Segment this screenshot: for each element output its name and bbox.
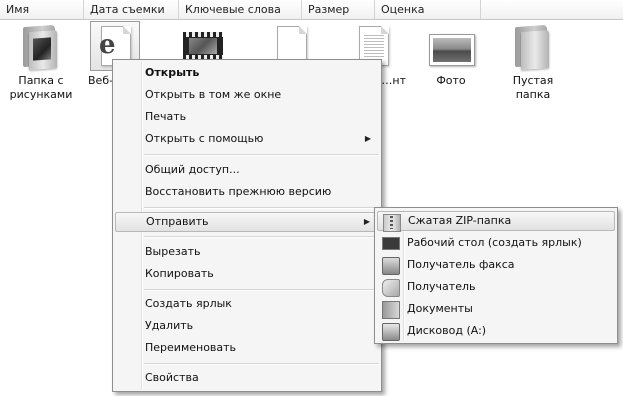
menu-item-sharing[interactable]: Общий доступ... — [115, 160, 379, 180]
submenu-arrow-icon: ▶ — [364, 134, 371, 143]
fax-icon — [382, 257, 400, 275]
file-item-photo[interactable]: Фото — [416, 22, 486, 88]
send-to-submenu: Сжатая ZIP-папка Рабочий стол (создать я… — [374, 207, 618, 344]
mail-recipient-icon — [382, 279, 400, 297]
menu-separator — [144, 236, 379, 238]
submenu-item-label: Получатель — [407, 280, 476, 293]
menu-item-delete[interactable]: Удалить — [115, 316, 379, 336]
file-item-empty-folder[interactable]: Пустая папка — [498, 22, 568, 102]
submenu-item-label: Получатель факса — [407, 258, 515, 271]
file-label: Папка с рисунками — [9, 74, 73, 101]
submenu-item-desktop[interactable]: Рабочий стол (создать ярлык) — [377, 233, 615, 253]
column-keywords[interactable]: Ключевые слова — [179, 0, 302, 19]
menu-item-open-with[interactable]: Открыть с помощью ▶ — [115, 129, 379, 149]
menu-item-copy[interactable]: Копировать — [115, 264, 379, 284]
folder-icon — [17, 22, 65, 70]
submenu-item-fax[interactable]: Получатель факса — [377, 255, 615, 275]
documents-icon — [382, 301, 400, 319]
submenu-item-floppy-drive[interactable]: Дисковод (A:) — [377, 321, 615, 341]
file-label: Пустая папка — [512, 74, 554, 101]
submenu-item-label: Дисковод (A:) — [407, 324, 487, 337]
column-header: Имя Дата съемки Ключевые слова Размер Оц… — [0, 0, 623, 20]
menu-item-label: Открыть с помощью — [145, 132, 264, 145]
menu-item-restore-previous-version[interactable]: Восстановить прежнюю версию — [115, 182, 379, 202]
menu-item-open-same-window[interactable]: Открыть в том же окне — [115, 85, 379, 105]
photo-thumbnail-icon — [427, 22, 475, 70]
desktop-icon — [382, 237, 400, 250]
menu-separator — [144, 363, 379, 365]
menu-item-open[interactable]: Открыть — [115, 63, 379, 83]
column-name[interactable]: Имя — [0, 0, 84, 19]
menu-item-create-shortcut[interactable]: Создать ярлык — [115, 294, 379, 314]
submenu-item-label: Документы — [407, 302, 473, 315]
menu-item-label: Отправить — [146, 215, 209, 228]
menu-item-rename[interactable]: Переименовать — [115, 338, 379, 358]
context-menu: Открыть Открыть в том же окне Печать Отк… — [112, 59, 382, 392]
submenu-item-label: Рабочий стол (создать ярлык) — [407, 236, 582, 249]
submenu-item-mail-recipient[interactable]: Получатель — [377, 277, 615, 297]
zip-folder-icon — [383, 214, 401, 232]
menu-separator — [144, 289, 379, 291]
file-item-pictures-folder[interactable]: Папка с рисунками — [6, 22, 76, 102]
menu-item-send-to[interactable]: Отправить ▶ — [115, 212, 379, 232]
folder-icon — [509, 22, 557, 70]
menu-item-cut[interactable]: Вырезать — [115, 242, 379, 262]
menu-separator — [144, 154, 379, 156]
column-rating[interactable]: Оценка — [375, 0, 481, 19]
menu-item-properties[interactable]: Свойства — [115, 368, 379, 388]
menu-separator — [144, 207, 379, 209]
submenu-item-label: Сжатая ZIP-папка — [408, 214, 512, 227]
menu-item-print[interactable]: Печать — [115, 107, 379, 127]
column-size[interactable]: Размер — [302, 0, 375, 19]
column-date-taken[interactable]: Дата съемки — [84, 0, 179, 19]
file-label: Фото — [436, 74, 466, 87]
column-filler — [481, 0, 623, 19]
submenu-item-zip-folder[interactable]: Сжатая ZIP-папка — [377, 211, 615, 232]
submenu-item-documents[interactable]: Документы — [377, 299, 615, 319]
floppy-drive-icon — [382, 323, 400, 341]
submenu-arrow-icon: ▶ — [363, 217, 370, 226]
